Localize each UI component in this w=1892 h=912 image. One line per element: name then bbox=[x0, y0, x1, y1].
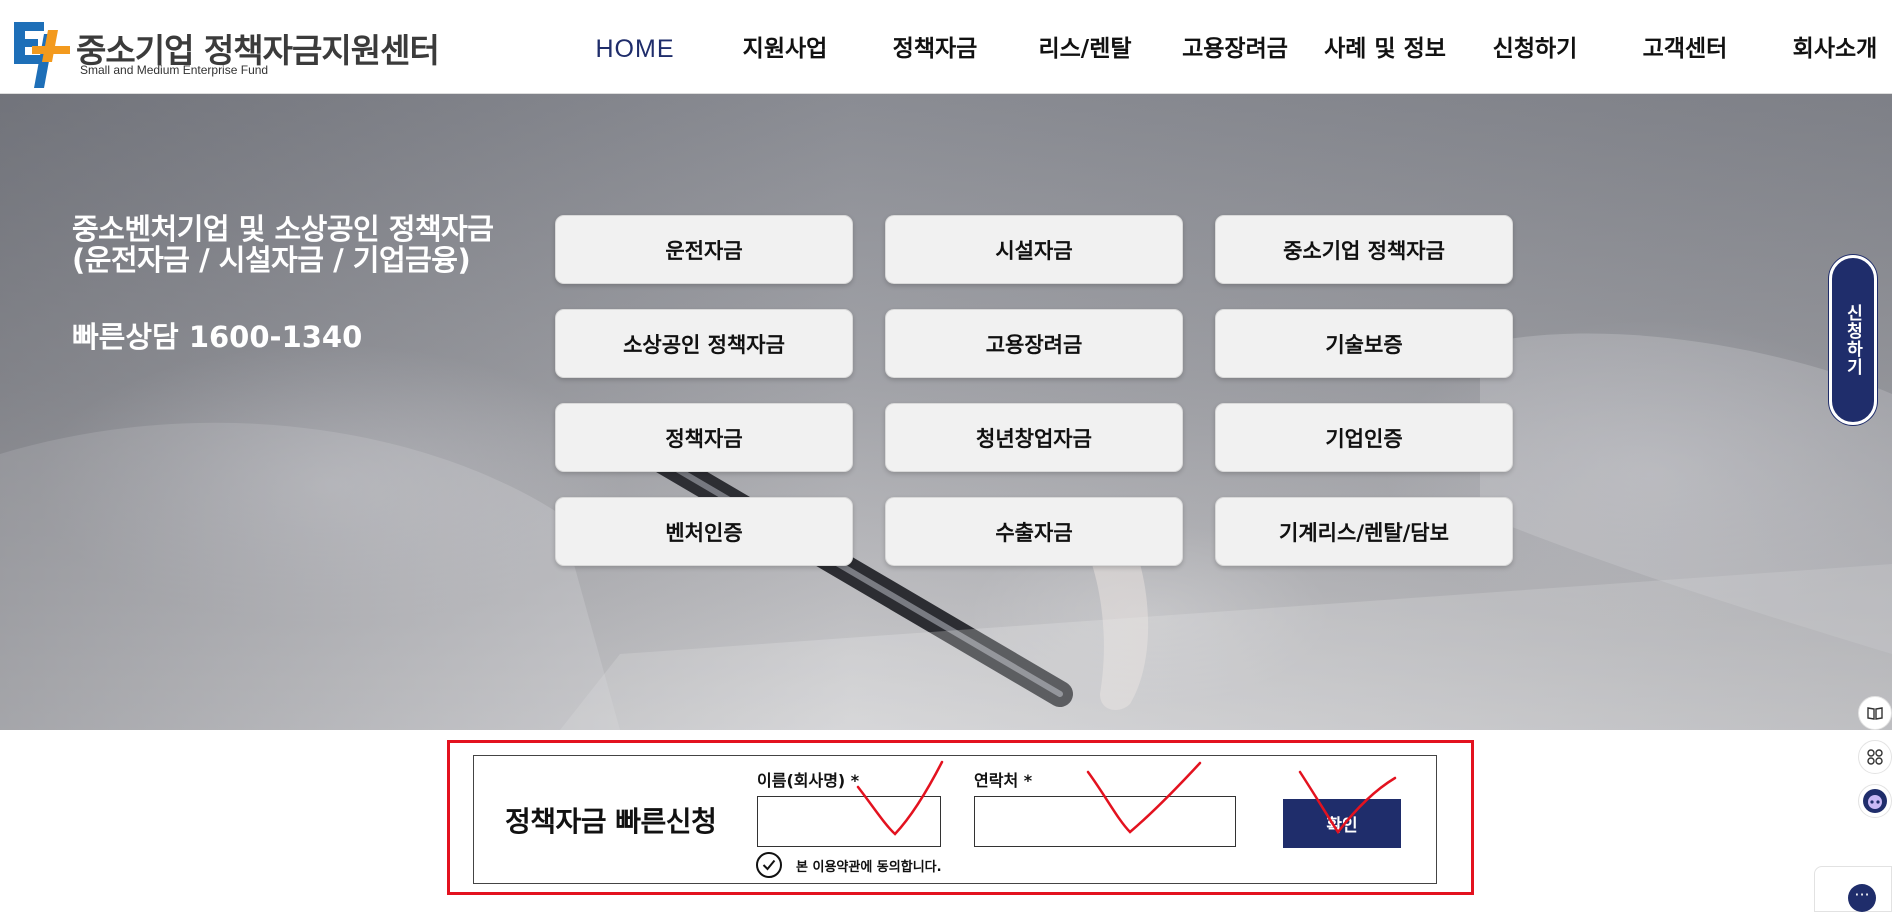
tile-operating-funds[interactable]: 운전자금 bbox=[555, 215, 853, 284]
tile-policy-funds[interactable]: 정책자금 bbox=[555, 403, 853, 472]
agree-terms-label: 본 이용약관에 동의합니다. bbox=[796, 859, 942, 875]
main-nav: HOME 지원사업 정책자금 리스/렌탈 고용장려금 사례 및 정보 신청하기 … bbox=[560, 0, 1892, 94]
phone-input[interactable] bbox=[974, 796, 1236, 847]
hero-phone: 빠른상담 1600-1340 bbox=[72, 320, 363, 354]
nav-about[interactable]: 회사소개 bbox=[1760, 0, 1892, 94]
side-apply-label: 신청하기 bbox=[1842, 304, 1863, 376]
logo-icon bbox=[14, 22, 70, 88]
tile-employment-subsidy[interactable]: 고용장려금 bbox=[885, 309, 1183, 378]
tile-business-certification[interactable]: 기업인증 bbox=[1215, 403, 1513, 472]
robot-icon[interactable] bbox=[1858, 784, 1892, 818]
tile-machine-lease[interactable]: 기계리스/렌탈/담보 bbox=[1215, 497, 1513, 566]
site-header: 중소기업 정책자금지원센터 Small and Medium Enterpris… bbox=[0, 0, 1892, 94]
name-label: 이름(회사명) * bbox=[757, 771, 860, 790]
tile-export-funds[interactable]: 수출자금 bbox=[885, 497, 1183, 566]
tile-youth-startup-funds[interactable]: 청년창업자금 bbox=[885, 403, 1183, 472]
tile-facility-funds[interactable]: 시설자금 bbox=[885, 215, 1183, 284]
nav-cases-info[interactable]: 사례 및 정보 bbox=[1310, 0, 1460, 94]
phone-label: 연락처 * bbox=[974, 771, 1033, 790]
nav-apply[interactable]: 신청하기 bbox=[1460, 0, 1610, 94]
grid-icon[interactable] bbox=[1858, 740, 1892, 774]
confirm-button[interactable]: 확인 bbox=[1283, 799, 1401, 848]
nav-support-programs[interactable]: 지원사업 bbox=[710, 0, 860, 94]
logo-subtitle: Small and Medium Enterprise Fund bbox=[80, 63, 269, 77]
hero-title-line1: 중소벤처기업 및 소상공인 정책자금 bbox=[72, 212, 494, 246]
tile-venture-certification[interactable]: 벤처인증 bbox=[555, 497, 853, 566]
nav-policy-funds[interactable]: 정책자금 bbox=[860, 0, 1010, 94]
hero-text: 중소벤처기업 및 소상공인 정책자금 (운전자금 / 시설자금 / 기업금융) … bbox=[72, 214, 494, 356]
quick-apply-title: 정책자금 빠른신청 bbox=[505, 805, 717, 838]
site-logo[interactable]: 중소기업 정책자금지원센터 Small and Medium Enterpris… bbox=[14, 20, 454, 90]
nav-customer-center[interactable]: 고객센터 bbox=[1610, 0, 1760, 94]
tile-tech-guarantee[interactable]: 기술보증 bbox=[1215, 309, 1513, 378]
side-apply-tab[interactable]: 신청하기 bbox=[1829, 255, 1877, 425]
nav-lease-rental[interactable]: 리스/렌탈 bbox=[1010, 0, 1160, 94]
agree-terms-checkbox[interactable]: 본 이용약관에 동의합니다. bbox=[756, 852, 942, 878]
check-icon bbox=[756, 852, 782, 878]
service-tile-grid: 운전자금 시설자금 중소기업 정책자금 소상공인 정책자금 고용장려금 기술보증… bbox=[555, 215, 1513, 566]
hero-title-line2: (운전자금 / 시설자금 / 기업금융) bbox=[72, 243, 471, 277]
chat-icon[interactable]: ··· bbox=[1848, 884, 1876, 912]
book-icon[interactable] bbox=[1858, 696, 1892, 730]
tile-sme-policy-funds[interactable]: 중소기업 정책자금 bbox=[1215, 215, 1513, 284]
nav-employment-subsidy[interactable]: 고용장려금 bbox=[1160, 0, 1310, 94]
tile-small-business-funds[interactable]: 소상공인 정책자금 bbox=[555, 309, 853, 378]
nav-home[interactable]: HOME bbox=[560, 0, 710, 94]
name-input[interactable] bbox=[757, 796, 941, 847]
hero-banner: 중소벤처기업 및 소상공인 정책자금 (운전자금 / 시설자금 / 기업금융) … bbox=[0, 94, 1892, 730]
